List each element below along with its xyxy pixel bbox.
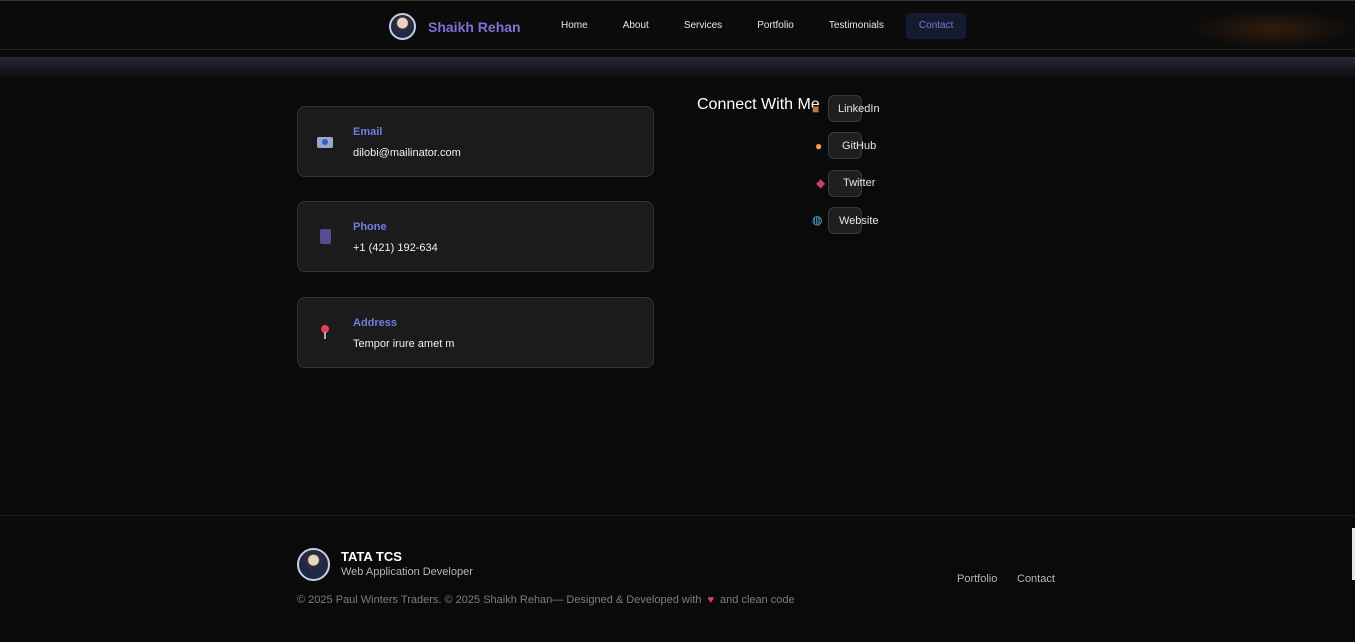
card-label: Email bbox=[353, 126, 383, 138]
copyright-prefix: © 2025 Paul Winters Traders. © 2025 Shai… bbox=[297, 594, 702, 606]
avatar bbox=[389, 13, 416, 40]
octopus-icon: ● bbox=[815, 139, 823, 153]
pin-icon bbox=[321, 325, 329, 339]
globe-icon: ◍ bbox=[812, 213, 823, 227]
site-footer bbox=[0, 515, 1355, 642]
social-label-linkedin[interactable]: LinkedIn bbox=[838, 103, 880, 115]
bird-icon: ◆ bbox=[816, 176, 826, 190]
email-icon bbox=[317, 137, 333, 148]
copyright: © 2025 Paul Winters Traders. © 2025 Shai… bbox=[297, 594, 795, 606]
header-glow bbox=[1190, 9, 1355, 49]
footer-name: TATA TCS bbox=[341, 549, 402, 564]
heart-icon: ♥ bbox=[707, 594, 715, 606]
connect-title: Connect With Me bbox=[697, 96, 820, 113]
brand-name[interactable]: Shaikh Rehan bbox=[428, 19, 521, 35]
main-nav: Home About Services Portfolio Testimonia… bbox=[548, 13, 975, 39]
footer-avatar bbox=[297, 548, 330, 581]
footer-role: Web Application Developer bbox=[341, 566, 473, 578]
briefcase-icon: ■ bbox=[812, 102, 820, 116]
social-label-website[interactable]: Website bbox=[839, 215, 879, 227]
contact-card-email: Email dilobi@mailinator.com bbox=[297, 106, 654, 177]
footer-link-portfolio[interactable]: Portfolio bbox=[957, 573, 997, 585]
footer-link-contact[interactable]: Contact bbox=[1017, 573, 1055, 585]
phone-icon bbox=[320, 229, 331, 244]
nav-testimonials[interactable]: Testimonials bbox=[816, 13, 897, 39]
card-value[interactable]: +1 (421) 192-634 bbox=[353, 242, 438, 254]
card-value: Tempor irure amet m bbox=[353, 338, 455, 350]
card-value[interactable]: dilobi@mailinator.com bbox=[353, 147, 461, 159]
nav-home[interactable]: Home bbox=[548, 13, 601, 39]
site-header: Shaikh Rehan Home About Services Portfol… bbox=[0, 0, 1355, 50]
nav-portfolio[interactable]: Portfolio bbox=[744, 13, 807, 39]
copyright-suffix: and clean code bbox=[720, 594, 795, 606]
social-label-twitter[interactable]: Twitter bbox=[843, 177, 875, 189]
nav-contact[interactable]: Contact bbox=[905, 13, 967, 39]
social-label-github[interactable]: GitHub bbox=[842, 140, 876, 152]
contact-card-phone: Phone +1 (421) 192-634 bbox=[297, 201, 654, 272]
contact-card-address: Address Tempor irure amet m bbox=[297, 297, 654, 368]
nav-about[interactable]: About bbox=[610, 13, 662, 39]
brand[interactable]: Shaikh Rehan bbox=[389, 13, 521, 40]
card-label: Phone bbox=[353, 221, 387, 233]
nav-services[interactable]: Services bbox=[671, 13, 735, 39]
header-shadow bbox=[0, 57, 1355, 79]
card-label: Address bbox=[353, 317, 398, 329]
